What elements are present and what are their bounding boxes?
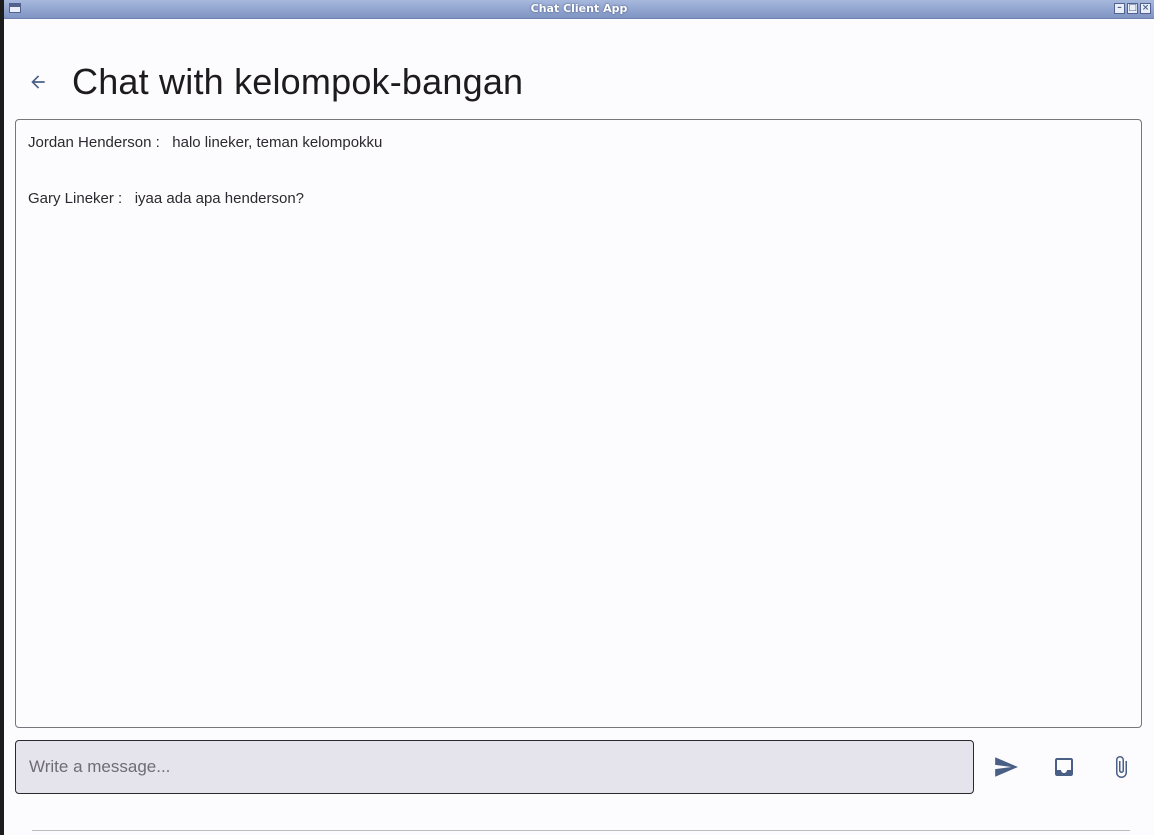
window-titlebar[interactable]: Chat Client App – □ × — [4, 0, 1154, 19]
paperclip-icon — [1116, 756, 1127, 778]
message-list[interactable]: Jordan Henderson : halo lineker, teman k… — [15, 119, 1142, 728]
app-window: Chat Client App – □ × Chat with kelompok… — [4, 0, 1154, 835]
message-sender: Gary Lineker — [28, 190, 114, 207]
message-input-field[interactable] — [15, 740, 974, 794]
window-title: Chat Client App — [530, 2, 628, 15]
attach-button[interactable] — [1104, 750, 1138, 784]
close-icon[interactable]: × — [1140, 3, 1151, 14]
page-title: Chat with kelompok-bangan — [72, 61, 524, 102]
back-button[interactable] — [22, 66, 54, 98]
message-input[interactable] — [16, 741, 973, 793]
divider — [32, 830, 1130, 831]
minimize-icon[interactable]: – — [1114, 3, 1125, 14]
message-text: iyaa ada apa henderson? — [134, 190, 305, 207]
chat-header: Chat with kelompok-bangan — [4, 52, 1154, 114]
send-icon — [995, 757, 1018, 777]
arrow-left-icon — [31, 75, 45, 89]
message-text: halo lineker, teman kelompokku — [172, 134, 383, 151]
send-button[interactable] — [989, 750, 1023, 784]
inbox-button[interactable] — [1047, 750, 1081, 784]
list-item: Gary Lineker : iyaa ada apa henderson? — [28, 190, 304, 207]
message-sender: Jordan Henderson — [28, 134, 152, 151]
window-controls: – □ × — [1114, 3, 1151, 14]
message-separator: : — [151, 134, 173, 151]
maximize-icon[interactable]: □ — [1127, 3, 1138, 14]
message-separator: : — [113, 190, 135, 207]
list-item: Jordan Henderson : halo lineker, teman k… — [28, 134, 382, 151]
inbox-icon — [1055, 758, 1073, 776]
